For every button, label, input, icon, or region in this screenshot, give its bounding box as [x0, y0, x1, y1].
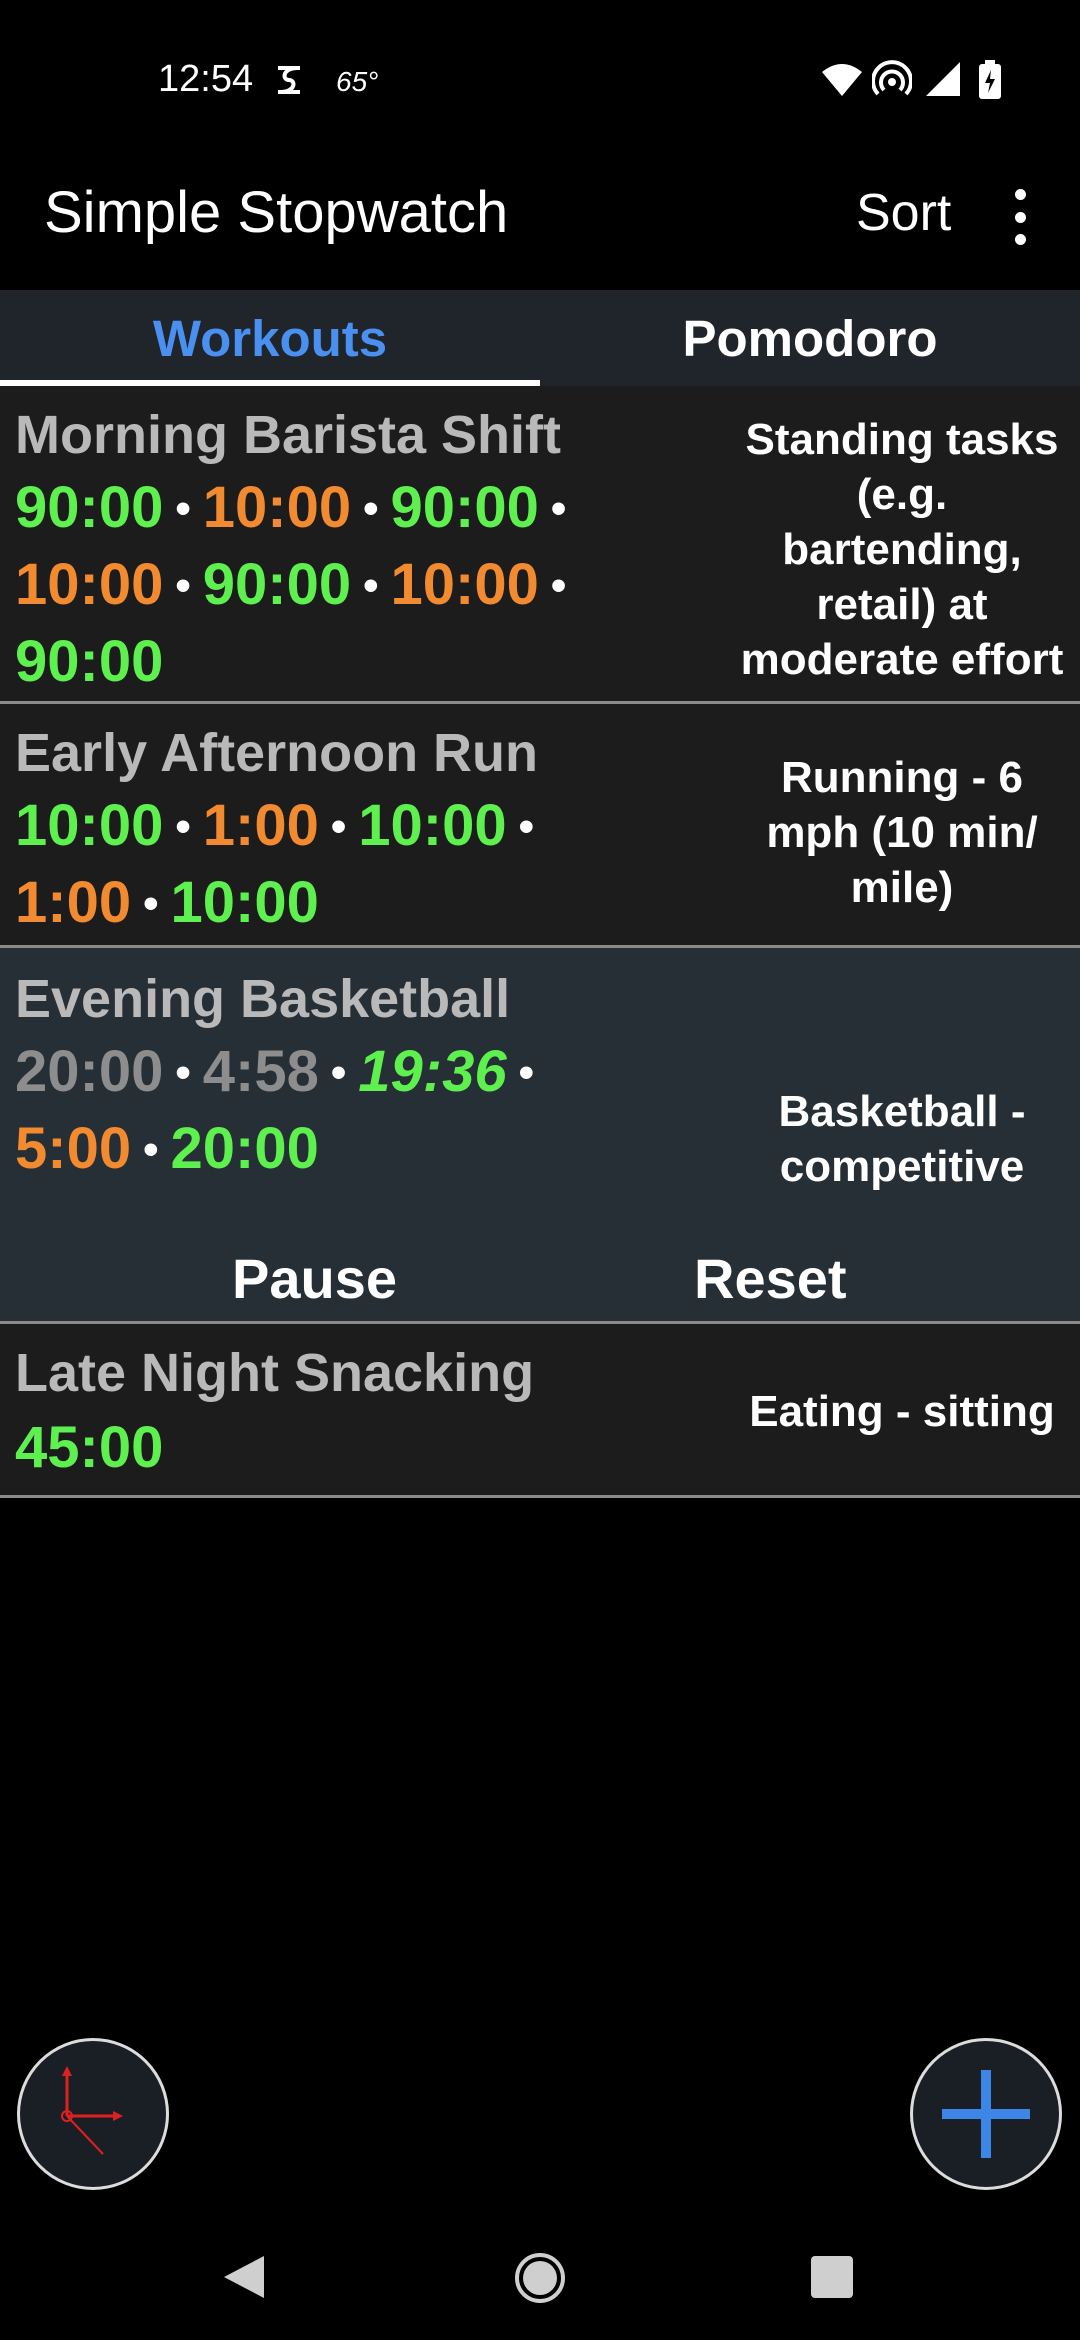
workout-row-morning-barista-shift[interactable]: Morning Barista Shift 90:00 • 10:00 • 90:00 •…: [0, 386, 1080, 704]
wifi-icon: [820, 60, 864, 98]
sort-button[interactable]: Sort: [856, 183, 951, 243]
workout-description: Standing tasks (e.g. bartending, retail)…: [740, 415, 1064, 684]
pause-button[interactable]: Pause: [232, 1246, 397, 1311]
reset-button[interactable]: Reset: [694, 1246, 847, 1311]
workout-row-early-afternoon-run[interactable]: Early Afternoon Run 10:00 • 1:00 • 10:00 • 1:…: [0, 704, 1080, 948]
app-title: Simple Stopwatch: [44, 180, 509, 245]
app-bar: Simple Stopwatch Sort: [0, 165, 1080, 290]
back-icon[interactable]: [222, 2254, 266, 2305]
interval-time: 10:00: [358, 793, 507, 858]
interval-time: 90:00: [390, 475, 539, 540]
clock-button[interactable]: [17, 2038, 169, 2190]
add-workout-button[interactable]: [910, 2038, 1062, 2190]
workout-description: Running - 6 mph (10 min/ mile): [766, 753, 1038, 912]
interval-time: 45:00: [15, 1415, 164, 1480]
interval-time: 10:00: [202, 475, 352, 540]
interval-time: 10:00: [170, 870, 319, 935]
status-time: 12:54: [158, 58, 254, 100]
interval-time-completed: 20:00: [15, 1039, 164, 1104]
hotspot-icon: [872, 60, 912, 98]
more-options-icon[interactable]: [1000, 189, 1040, 245]
workout-title: Evening Basketball: [15, 969, 511, 1029]
interval-time-running: 19:36: [358, 1039, 507, 1104]
interval-time-completed: 4:58: [202, 1039, 319, 1104]
signal-icon: [924, 60, 964, 98]
workout-row-late-night-snacking[interactable]: Late Night Snacking 45:00 Eating - sitti…: [0, 1324, 1080, 1498]
home-icon[interactable]: [514, 2252, 566, 2309]
workout-description: Eating - sitting: [749, 1387, 1055, 1436]
interval-time: 1:00: [15, 870, 132, 935]
workout-title: Late Night Snacking: [15, 1343, 535, 1403]
tab-bar: Workouts Pomodoro: [0, 290, 1080, 386]
interval-list: 90:00 • 10:00 • 90:00 • 10:00 • 90:00 • 10:00 • 90…: [15, 475, 567, 694]
interval-time: 1:00: [202, 793, 319, 858]
battery-charging-icon: [978, 60, 1002, 100]
interval-time: 10:00: [15, 552, 164, 617]
tab-workouts[interactable]: Workouts: [0, 290, 540, 386]
interval-time: 10:00: [390, 552, 539, 617]
workout-title: Early Afternoon Run: [15, 723, 539, 783]
interval-time: 10:00: [15, 793, 164, 858]
status-temperature: 65°: [336, 66, 379, 97]
interval-time: 20:00: [170, 1116, 319, 1181]
recents-icon[interactable]: [810, 2255, 854, 2304]
tab-pomodoro[interactable]: Pomodoro: [540, 290, 1080, 386]
workout-title: Morning Barista Shift: [15, 405, 562, 465]
interval-list: 45:00: [15, 1412, 715, 1484]
interval-time: 90:00: [15, 475, 164, 540]
clock-hands-icon: [61, 2066, 123, 2155]
interval-list: 10:00 • 1:00 • 10:00 • 1:00 • 10:00: [15, 793, 534, 935]
interval-time: 5:00: [15, 1116, 132, 1181]
workout-description: Basketball - competitive: [778, 1087, 1026, 1191]
notification-app-icon: [272, 60, 306, 100]
plus-icon: [942, 2070, 1030, 2158]
workout-row-evening-basketball[interactable]: Evening Basketball 20:00 • 4:58 • 19:36 • 5:0…: [0, 948, 1080, 1324]
interval-list: 20:00 • 4:58 • 19:36 • 5:00 • 20:00: [15, 1039, 534, 1181]
system-nav-bar: [0, 2220, 1080, 2340]
interval-time: 90:00: [15, 629, 164, 694]
interval-time: 90:00: [202, 552, 352, 617]
status-bar: 12:54 65°: [0, 0, 1080, 165]
